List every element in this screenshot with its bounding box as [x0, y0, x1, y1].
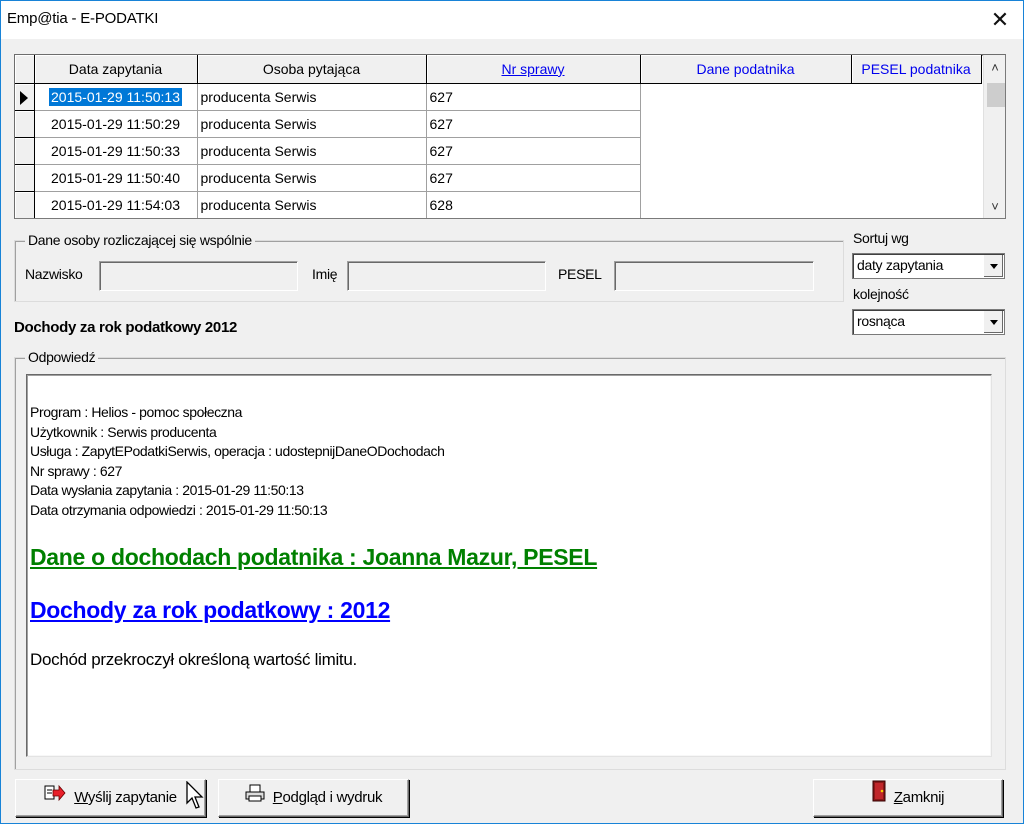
- income-year-heading: Dochody za rok podatkowy 2012: [14, 319, 238, 336]
- send-query-button[interactable]: Wyślij zapytanie: [15, 779, 206, 817]
- grid-corner: [15, 55, 35, 84]
- row-indicator: [15, 137, 35, 165]
- answer-content[interactable]: Program : Helios - pomoc społeczna Użytk…: [26, 374, 992, 757]
- cell-date[interactable]: 2015-01-29 11:50:29: [34, 110, 198, 138]
- first-name-field[interactable]: [347, 261, 546, 291]
- cell-taxpayer: [640, 110, 851, 137]
- cell-person[interactable]: producenta Serwis: [197, 110, 427, 138]
- pesel-field[interactable]: [614, 261, 814, 291]
- cell-person[interactable]: producenta Serwis: [197, 137, 427, 165]
- send-accel: W: [74, 789, 88, 806]
- cell-pesel: [851, 83, 981, 110]
- scroll-up-icon[interactable]: ˄: [984, 57, 1005, 79]
- queries-table: Data zapytania Osoba pytająca Nr sprawy …: [15, 55, 982, 218]
- col-header-case-number[interactable]: Nr sprawy: [426, 55, 641, 84]
- order-select[interactable]: rosnąca: [852, 309, 1005, 335]
- row-indicator: [15, 191, 35, 218]
- close-button[interactable]: Zamknij: [813, 779, 1003, 817]
- send-arrow-icon: [44, 780, 66, 816]
- preview-label: odgląd i wydruk: [282, 789, 383, 806]
- cell-date[interactable]: 2015-01-29 11:50:33: [34, 137, 198, 165]
- scroll-thumb[interactable]: [987, 83, 1005, 107]
- cell-case[interactable]: 628: [426, 191, 641, 218]
- cell-pesel: [851, 137, 981, 164]
- tax-year-heading: Dochody za rok podatkowy : 2012: [30, 597, 391, 623]
- col-header-taxpayer[interactable]: Dane podatnika: [640, 55, 852, 84]
- send-label: yślij zapytanie: [87, 789, 177, 806]
- table-row[interactable]: 2015-01-29 11:54:03 producenta Serwis 62…: [15, 191, 981, 218]
- scroll-down-icon[interactable]: ˅: [984, 196, 1005, 218]
- window-title: Emp@tia - E-PODATKI: [7, 10, 159, 27]
- row-indicator: [15, 110, 35, 138]
- sort-by-value: daty zapytania: [857, 257, 944, 273]
- current-row-arrow-icon: [20, 90, 28, 105]
- answer-line-service: Usługa : ZapytEPodatkiSerwis, operacja :…: [30, 443, 445, 459]
- cell-taxpayer: [640, 83, 851, 110]
- cell-taxpayer: [640, 191, 851, 218]
- close-window-button[interactable]: ✕: [977, 1, 1023, 39]
- taxpayer-income-heading: Dane o dochodach podatnika : Joanna Mazu…: [30, 544, 598, 570]
- cell-person[interactable]: producenta Serwis: [197, 83, 427, 111]
- answer-line-program: Program : Helios - pomoc społeczna: [30, 404, 243, 420]
- queries-grid[interactable]: Data zapytania Osoba pytająca Nr sprawy …: [14, 54, 1006, 219]
- cell-date[interactable]: 2015-01-29 11:50:13: [34, 83, 198, 111]
- first-name-label: Imię: [312, 266, 338, 282]
- printer-icon: [245, 780, 265, 816]
- cell-person[interactable]: producenta Serwis: [197, 164, 427, 192]
- close-accel: Z: [893, 789, 903, 806]
- chevron-down-icon[interactable]: [983, 311, 1003, 333]
- order-label: kolejność: [853, 286, 909, 302]
- answer-line-user: Użytkownik : Serwis producenta: [30, 423, 217, 440]
- mouse-cursor-icon: [186, 781, 204, 809]
- cell-taxpayer: [640, 137, 851, 164]
- surname-label: Nazwisko: [25, 266, 83, 282]
- title-bar: Emp@tia - E-PODATKI ✕: [1, 1, 1023, 39]
- answer-line-sent: Data wysłania zapytania : 2015-01-29 11:…: [30, 482, 304, 498]
- cell-date[interactable]: 2015-01-29 11:54:03: [34, 191, 198, 218]
- pesel-label: PESEL: [558, 266, 602, 282]
- sort-by-label: Sortuj wg: [853, 230, 909, 246]
- table-row[interactable]: 2015-01-29 11:50:13 producenta Serwis 62…: [15, 83, 981, 111]
- cell-pesel: [851, 110, 981, 137]
- limit-message: Dochód przekroczył określoną wartość lim…: [30, 650, 357, 669]
- app-window: Emp@tia - E-PODATKI ✕ Data zapytania Oso…: [0, 0, 1024, 824]
- cell-pesel: [851, 164, 981, 191]
- chevron-down-icon[interactable]: [983, 255, 1003, 277]
- table-row[interactable]: 2015-01-29 11:50:29 producenta Serwis 62…: [15, 110, 981, 138]
- joint-person-legend: Dane osoby rozliczającej się wspólnie: [25, 232, 255, 248]
- cell-case[interactable]: 627: [426, 137, 641, 165]
- row-indicator: [15, 164, 35, 192]
- order-value: rosnąca: [857, 313, 905, 329]
- table-row[interactable]: 2015-01-29 11:50:33 producenta Serwis 62…: [15, 137, 981, 165]
- row-indicator: [15, 83, 35, 111]
- answer-line-received: Data otrzymania odpowiedzi : 2015-01-29 …: [30, 501, 328, 518]
- answer-line-case: Nr sprawy : 627: [30, 462, 123, 479]
- grid-vertical-scrollbar[interactable]: ˄ ˅: [983, 55, 1005, 218]
- cell-date[interactable]: 2015-01-29 11:50:40: [34, 164, 198, 192]
- cell-case[interactable]: 627: [426, 83, 641, 111]
- door-icon: [872, 780, 886, 816]
- sort-by-select[interactable]: daty zapytania: [852, 253, 1005, 279]
- col-header-pesel[interactable]: PESEL podatnika: [851, 55, 982, 84]
- grid-header-row: Data zapytania Osoba pytająca Nr sprawy …: [15, 55, 982, 84]
- col-header-person[interactable]: Osoba pytająca: [197, 55, 427, 84]
- cell-case[interactable]: 627: [426, 164, 641, 192]
- answer-legend: Odpowiedź: [25, 349, 99, 365]
- cell-person[interactable]: producenta Serwis: [197, 191, 427, 218]
- preview-print-button[interactable]: Podgląd i wydruk: [218, 779, 409, 817]
- col-header-date[interactable]: Data zapytania: [34, 55, 198, 84]
- cell-case[interactable]: 627: [426, 110, 641, 138]
- table-row[interactable]: 2015-01-29 11:50:40 producenta Serwis 62…: [15, 164, 981, 192]
- close-label: amknij: [902, 789, 945, 806]
- cell-taxpayer: [640, 164, 851, 191]
- surname-field[interactable]: [99, 261, 298, 291]
- cell-pesel: [851, 191, 981, 218]
